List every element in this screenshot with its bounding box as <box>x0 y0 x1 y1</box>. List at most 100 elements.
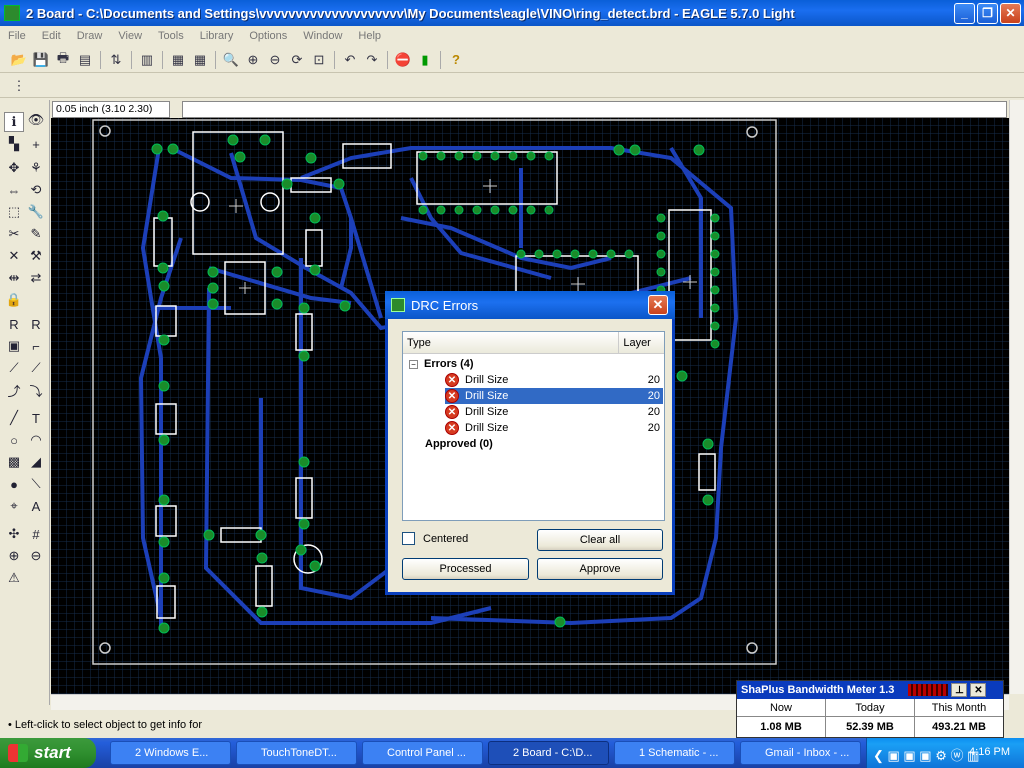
task-control-panel[interactable]: Control Panel ... <box>362 741 483 765</box>
cam-icon[interactable]: ▤ <box>75 50 95 70</box>
error-row-selected[interactable]: ✕ Drill Size 20 <box>445 388 663 404</box>
paste-icon[interactable]: ✂ <box>4 224 24 244</box>
print-icon[interactable]: 🖶 <box>53 50 73 70</box>
command-input[interactable] <box>182 100 1007 118</box>
delete-icon[interactable]: ✕ <box>4 246 24 266</box>
menu-view[interactable]: View <box>110 30 150 42</box>
group-icon[interactable]: ⬚ <box>4 202 24 222</box>
clear-all-button[interactable]: Clear all <box>537 529 663 551</box>
script-icon[interactable]: ▦ <box>168 50 188 70</box>
wire-icon[interactable]: ⤵ <box>26 380 46 400</box>
menu-help[interactable]: Help <box>350 30 389 42</box>
start-button[interactable]: start <box>0 738 96 768</box>
name-icon[interactable]: ⇹ <box>4 268 24 288</box>
pin-icon[interactable]: ⊥ <box>951 683 968 697</box>
split-icon[interactable]: ▣ <box>4 336 24 356</box>
miter-icon[interactable]: ⌐ <box>26 336 46 356</box>
zoom-out-icon[interactable]: ⊖ <box>265 50 285 70</box>
help-icon[interactable]: ? <box>446 50 466 70</box>
via-icon[interactable]: ● <box>4 474 24 494</box>
text-icon[interactable]: T <box>26 408 46 428</box>
autorouter-icon[interactable]: # <box>26 524 46 544</box>
polygon-icon[interactable]: ◢ <box>26 452 46 472</box>
zoom-redraw-icon[interactable]: ⟳ <box>287 50 307 70</box>
change-icon[interactable]: 🔧 <box>26 202 46 222</box>
column-layer[interactable]: Layer <box>619 332 664 353</box>
column-type[interactable]: Type <box>403 332 620 353</box>
mark-icon[interactable]: + <box>26 134 46 154</box>
switch-schematic-icon[interactable]: ⇅ <box>106 50 126 70</box>
error-row[interactable]: ✕ Drill Size 20 <box>445 372 663 388</box>
move-icon[interactable]: ✥ <box>4 158 24 178</box>
rect-icon[interactable]: ▩ <box>4 452 24 472</box>
show-icon[interactable]: 👁 <box>26 110 46 130</box>
add-icon[interactable]: ⚒ <box>26 246 46 266</box>
display-icon[interactable]: ▚ <box>4 134 24 154</box>
today-value: 52.39 MB <box>846 721 894 733</box>
smash-icon[interactable]: R <box>4 314 24 334</box>
vertical-scrollbar[interactable] <box>1009 100 1024 694</box>
line-icon[interactable]: ╱ <box>4 408 24 428</box>
menu-options[interactable]: Options <box>241 30 295 42</box>
bandwidth-close-icon[interactable]: ✕ <box>970 683 987 697</box>
library-icon[interactable]: ▥ <box>137 50 157 70</box>
arc-icon[interactable]: ◠ <box>26 430 46 450</box>
menu-file[interactable]: File <box>0 30 34 42</box>
processed-button[interactable]: Processed <box>402 558 529 580</box>
tray-icons[interactable]: ❮ ▣ ▣ ▣ ⚙ ⓦ ▥ <box>873 745 979 764</box>
menu-tools[interactable]: Tools <box>150 30 192 42</box>
mirror-icon[interactable]: ⇔ <box>4 180 24 200</box>
hole-icon[interactable]: ⌖ <box>4 496 24 516</box>
task-gmail[interactable]: Gmail - Inbox - ... <box>740 741 861 765</box>
replace-icon[interactable]: ⇄ <box>26 268 46 288</box>
task-windows-explorer[interactable]: 2 Windows E... <box>110 741 231 765</box>
close-button[interactable]: ✕ <box>1000 3 1021 24</box>
lock-icon[interactable]: 🔒 <box>4 290 24 310</box>
menu-window[interactable]: Window <box>295 30 350 42</box>
signal-icon[interactable]: ⟍ <box>26 474 46 494</box>
task-schematic[interactable]: 1 Schematic - ... <box>614 741 735 765</box>
errors-icon[interactable]: ⚠ <box>4 568 24 588</box>
erc-icon[interactable]: ⊕ <box>4 546 24 566</box>
route-icon[interactable]: ⟋ <box>26 358 46 378</box>
zoom-fit-icon[interactable]: 🔍 <box>221 50 241 70</box>
cut-icon[interactable]: ✎ <box>26 224 46 244</box>
error-row[interactable]: ✕ Drill Size 20 <box>445 404 663 420</box>
optimize-icon[interactable]: ⟋ <box>4 358 24 378</box>
drc-icon[interactable]: ⊖ <box>26 546 46 566</box>
attribute-icon[interactable]: A <box>26 496 46 516</box>
zoom-select-icon[interactable]: ⊡ <box>309 50 329 70</box>
value-icon[interactable]: R <box>26 314 46 334</box>
dialog-close-button[interactable]: ✕ <box>648 295 668 315</box>
circle-icon[interactable]: ○ <box>4 430 24 450</box>
approve-button[interactable]: Approve <box>537 558 663 580</box>
ulp-icon[interactable]: ▦ <box>190 50 210 70</box>
task-touchtone[interactable]: TouchToneDT... <box>236 741 357 765</box>
ratsnest-icon[interactable]: ✣ <box>4 524 24 544</box>
menu-edit[interactable]: Edit <box>34 30 69 42</box>
undo-icon[interactable]: ↶ <box>340 50 360 70</box>
redo-icon[interactable]: ↷ <box>362 50 382 70</box>
task-eagle-board[interactable]: 2 Board - C:\D... <box>488 741 609 765</box>
ripup-icon[interactable]: ⤴ <box>4 380 24 400</box>
rotate-icon[interactable]: ⟲ <box>26 180 46 200</box>
checkbox-box[interactable] <box>402 532 415 545</box>
collapse-icon[interactable]: − <box>409 359 418 369</box>
save-icon[interactable]: 💾 <box>31 50 51 70</box>
open-icon[interactable]: 📂 <box>9 50 29 70</box>
go-icon[interactable]: ▮ <box>415 50 435 70</box>
zoom-in-icon[interactable]: ⊕ <box>243 50 263 70</box>
error-row[interactable]: ✕ Drill Size 20 <box>445 420 663 436</box>
errors-group[interactable]: − Errors (4) <box>409 356 474 372</box>
menu-library[interactable]: Library <box>192 30 242 42</box>
copy-icon[interactable]: ⚘ <box>26 158 46 178</box>
centered-checkbox[interactable]: Centered <box>402 532 468 545</box>
menu-draw[interactable]: Draw <box>69 30 111 42</box>
grid-icon[interactable]: ⋮ <box>9 76 29 96</box>
maximize-button[interactable]: ❐ <box>977 3 998 24</box>
approved-group[interactable]: Approved (0) <box>425 436 493 452</box>
stop-icon[interactable]: ⛔ <box>393 50 413 70</box>
clock[interactable]: 4:16 PM <box>969 746 1010 758</box>
minimize-button[interactable]: _ <box>954 3 975 24</box>
info-icon[interactable]: ℹ <box>4 112 24 132</box>
